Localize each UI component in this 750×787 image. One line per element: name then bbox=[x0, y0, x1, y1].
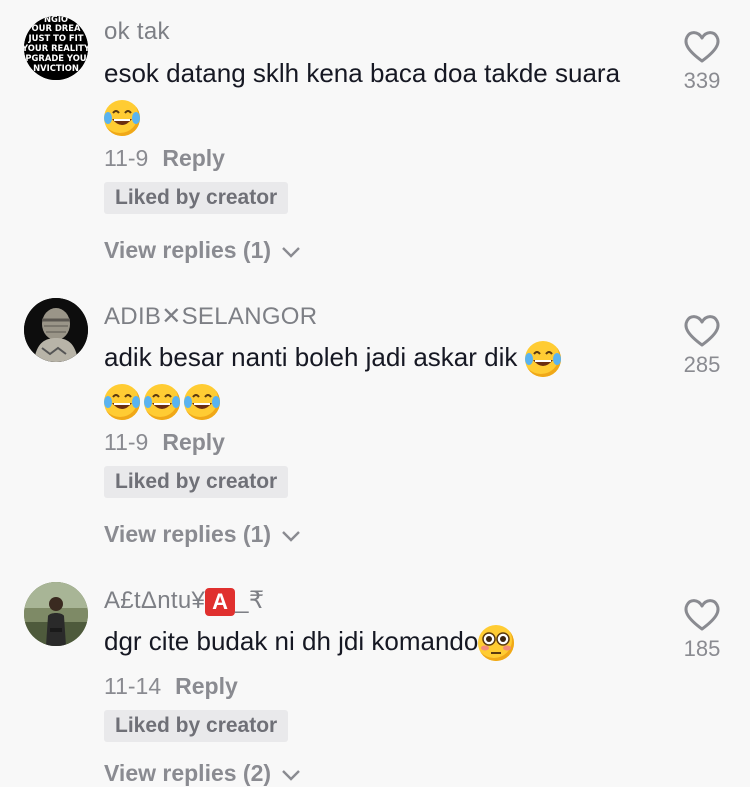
comment-meta: 11-14 Reply bbox=[104, 673, 238, 700]
like-count: 185 bbox=[683, 636, 721, 661]
flushed-emoji bbox=[478, 625, 515, 662]
avatar-image bbox=[24, 582, 88, 646]
view-replies-label: View replies (2) bbox=[104, 760, 272, 786]
comment-date: 11-14 bbox=[104, 673, 162, 699]
a-button-emoji: A bbox=[205, 587, 236, 616]
username-prefix: A£tΔntu¥ bbox=[104, 587, 206, 614]
liked-by-creator-badge: Liked by creator bbox=[104, 710, 289, 742]
username-suffix: _₹ bbox=[235, 587, 265, 614]
view-replies-button[interactable]: View replies (2) bbox=[104, 760, 301, 787]
heart-icon[interactable] bbox=[683, 598, 721, 632]
like-area: 185 bbox=[672, 598, 732, 662]
avatar[interactable] bbox=[24, 582, 88, 646]
chevron-down-icon bbox=[282, 770, 301, 781]
comment-text: dgr cite budak ni dh jdi komando bbox=[104, 620, 644, 663]
reply-button[interactable]: Reply bbox=[175, 673, 238, 699]
comment-item: A£tΔntu¥ A _₹ dgr cite budak ni dh jdi kom… bbox=[0, 0, 750, 786]
comment-text-content: dgr cite budak ni dh jdi komando bbox=[104, 626, 479, 656]
username[interactable]: A£tΔntu¥ A _₹ bbox=[104, 586, 264, 616]
